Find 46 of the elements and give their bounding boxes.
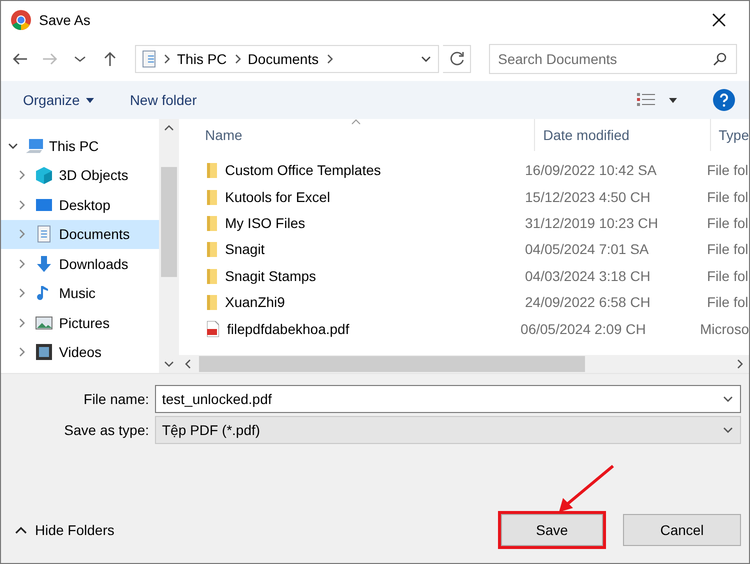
date-cell-text: 04/05/2024 7:01 SA [524, 241, 650, 258]
date-cell-text: 15/12/2023 4:50 CH [524, 188, 652, 205]
type-cell-text: File fol [706, 268, 748, 284]
file-name[interactable]: My ISO Files [225, 214, 306, 231]
address-bar[interactable]: This PC Documents [135, 45, 439, 73]
file-type-dropdown[interactable]: Tệp PDF (*.pdf) [155, 416, 741, 444]
file-name[interactable]: Snagit [225, 241, 265, 258]
tree-item[interactable]: 3D Objects [1, 160, 159, 190]
column-header[interactable]: Name [179, 119, 536, 151]
search-field[interactable]: Search Documents [489, 44, 737, 74]
file-name[interactable]: Custom Office Templates [225, 162, 381, 178]
tree-item[interactable]: Music [1, 278, 159, 308]
date-cell-text: 16/09/2022 10:42 SA [524, 162, 658, 178]
tree-item[interactable]: Desktop [1, 190, 159, 220]
hide-folders-button[interactable]: Hide Folders [15, 522, 114, 538]
date-cell-text: 31/12/2019 10:23 CH [524, 214, 660, 231]
type-cell-text: Microso [698, 320, 749, 337]
file-name-field[interactable]: test_unlocked.pdf [155, 385, 741, 413]
new-folder-button[interactable]: New folder [130, 92, 197, 108]
column-header[interactable]: Type [710, 119, 749, 151]
tree-item[interactable]: Documents [1, 220, 159, 249]
field-label: File name: [82, 391, 150, 407]
type-cell-text: File fol [706, 294, 748, 310]
date-cell-text: 04/03/2024 3:18 CH [524, 268, 652, 284]
field-label: Save as type: [63, 422, 150, 438]
type-cell-text: File fol [706, 162, 748, 178]
save-button[interactable]: Save [501, 514, 603, 546]
tree-item[interactable]: Pictures [1, 308, 159, 338]
cancel-button[interactable]: Cancel [623, 514, 741, 546]
file-name[interactable]: Snagit Stamps [225, 268, 316, 284]
window-title: Save As [39, 12, 92, 28]
type-cell-text: File fol [706, 188, 748, 205]
file-name[interactable]: XuanZhi9 [225, 294, 285, 310]
file-name[interactable]: filepdfdabekhoa.pdf [227, 320, 350, 337]
file-name[interactable]: Kutools for Excel [225, 188, 330, 205]
organize-button[interactable]: Organize [23, 92, 94, 108]
tree-item[interactable]: Downloads [1, 249, 159, 278]
tree-item[interactable]: Videos [1, 338, 159, 367]
type-cell-text: File fol [706, 241, 748, 258]
tree-item[interactable]: This PC [1, 131, 159, 160]
date-cell-text: 06/05/2024 2:09 CH [520, 320, 647, 337]
type-cell-text: File fol [706, 214, 748, 231]
breadcrumb-item[interactable]: Documents [248, 51, 319, 67]
column-header[interactable]: Date modified [535, 119, 711, 151]
breadcrumb-item[interactable]: This PC [177, 51, 227, 67]
date-cell-text: 24/09/2022 6:58 CH [524, 294, 652, 310]
